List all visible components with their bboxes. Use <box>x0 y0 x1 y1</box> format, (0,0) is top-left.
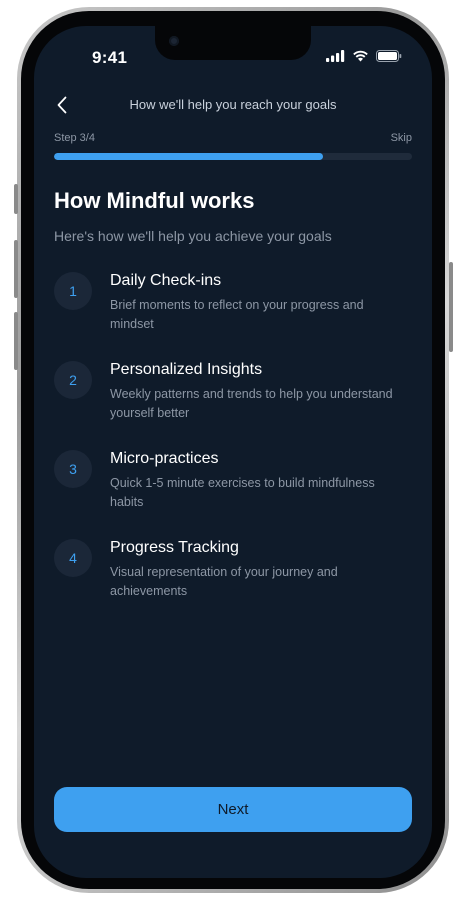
power-button <box>449 262 453 352</box>
mute-switch <box>14 184 18 214</box>
volume-up-button <box>14 240 18 298</box>
app-screen: 9:41 How we'll help you reach your goals <box>34 26 432 878</box>
feature-number-badge: 3 <box>54 450 92 488</box>
feature-description: Weekly patterns and trends to help you u… <box>110 387 393 420</box>
battery-icon <box>376 50 402 62</box>
feature-number-badge: 4 <box>54 539 92 577</box>
page-title: How Mindful works <box>54 188 255 213</box>
feature-title: Personalized Insights <box>110 361 263 378</box>
feature-list: 1 Daily Check-ins Brief moments to refle… <box>54 272 412 628</box>
step-indicator: Step 3/4 <box>54 132 95 144</box>
skip-button[interactable]: Skip <box>391 132 412 144</box>
feature-item: 1 Daily Check-ins Brief moments to refle… <box>54 272 412 361</box>
feature-number-badge: 1 <box>54 272 92 310</box>
progress-bar-fill <box>54 153 323 160</box>
front-camera <box>169 36 179 46</box>
feature-item: 2 Personalized Insights Weekly patterns … <box>54 361 412 450</box>
status-icons <box>326 50 402 62</box>
header-title: How we'll help you reach your goals <box>129 97 337 112</box>
feature-description: Brief moments to reflect on your progres… <box>110 298 364 331</box>
cellular-signal-icon <box>326 50 345 62</box>
status-time: 9:41 <box>92 48 128 67</box>
feature-title: Progress Tracking <box>110 539 239 556</box>
volume-down-button <box>14 312 18 370</box>
next-button[interactable]: Next <box>54 787 412 832</box>
page-subtitle: Here's how we'll help you achieve your g… <box>54 228 332 244</box>
feature-item: 4 Progress Tracking Visual representatio… <box>54 539 412 628</box>
step-row: Step 3/4 Skip <box>54 132 412 148</box>
top-header: How we'll help you reach your goals <box>34 94 432 124</box>
feature-description: Quick 1-5 minute exercises to build mind… <box>110 476 375 509</box>
feature-title: Micro-practices <box>110 450 219 467</box>
notch <box>155 26 311 60</box>
wifi-icon <box>353 50 368 62</box>
progress-bar <box>54 153 412 160</box>
feature-number-badge: 2 <box>54 361 92 399</box>
feature-title: Daily Check-ins <box>110 272 222 289</box>
feature-item: 3 Micro-practices Quick 1-5 minute exerc… <box>54 450 412 539</box>
feature-description: Visual representation of your journey an… <box>110 565 338 598</box>
